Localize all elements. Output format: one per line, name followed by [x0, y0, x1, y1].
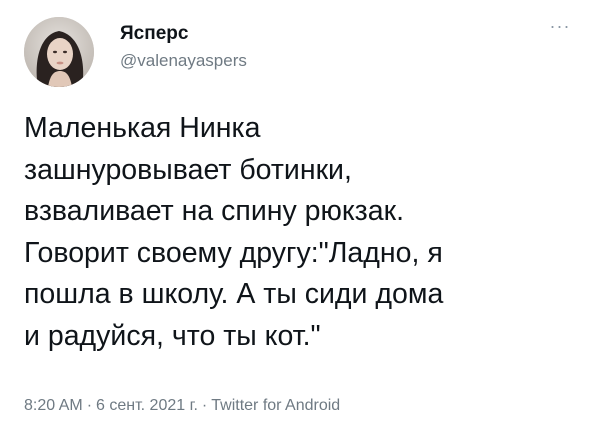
more-options-button[interactable]: ···: [542, 14, 578, 38]
tweet-source[interactable]: Twitter for Android: [211, 397, 340, 414]
meta-separator: ·: [86, 397, 93, 414]
avatar[interactable]: [24, 17, 94, 87]
author-display-name[interactable]: Ясперс: [120, 23, 247, 45]
tweet-date[interactable]: 6 сент. 2021 г.: [96, 397, 198, 414]
tweet-text: Маленькая Нинка зашнуровывает ботинки, в…: [24, 112, 444, 352]
author-handle[interactable]: @valenayaspers: [120, 51, 247, 71]
author-info: Ясперс @valenayaspers: [120, 23, 247, 71]
tweet-card: Ясперс @valenayaspers ··· Маленькая Нинк…: [0, 0, 600, 438]
meta-separator: ·: [201, 397, 208, 414]
tweet-time[interactable]: 8:20 AM: [24, 397, 83, 414]
tweet-meta: 8:20 AM · 6 сент. 2021 г. · Twitter for Andr…: [24, 396, 340, 416]
more-options-icon: ···: [549, 16, 571, 36]
